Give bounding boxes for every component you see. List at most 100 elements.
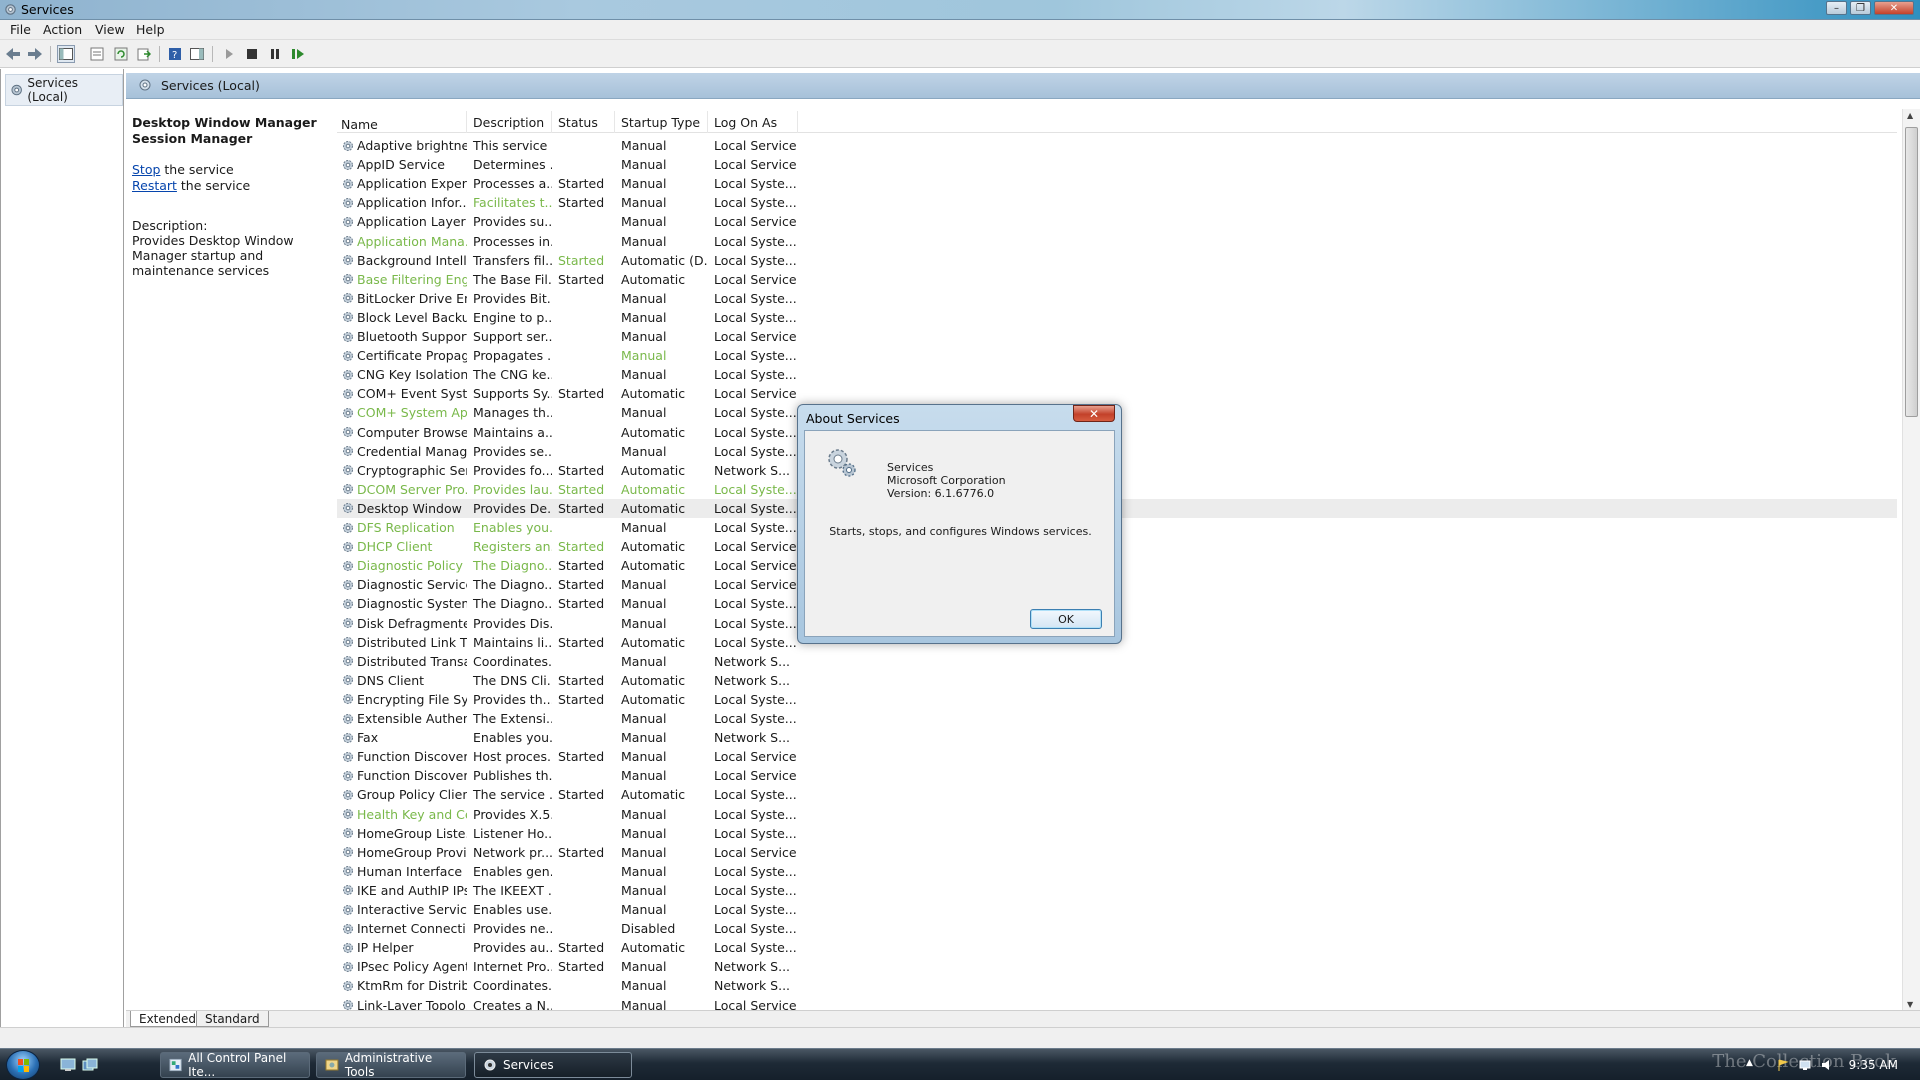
start-button[interactable] <box>6 1050 40 1080</box>
menu-action[interactable]: Action <box>43 22 82 37</box>
table-row[interactable]: Application Mana... Processes in... Manual… <box>337 232 1897 251</box>
service-log-on-as: Local Syste... <box>714 443 797 459</box>
restart-service-link[interactable]: Restart <box>132 178 177 193</box>
vertical-scrollbar[interactable]: ▲ ▼ <box>1902 109 1920 1011</box>
table-row[interactable]: Function Discover... Host proces... Starte… <box>337 747 1897 766</box>
service-name-cell: Application Infor... <box>337 195 467 210</box>
table-row[interactable]: Bluetooth Support... Support ser... Manual… <box>337 327 1897 346</box>
close-icon: ✕ <box>1088 406 1100 421</box>
table-row[interactable]: HomeGroup Liste... Listener Ho... Manual Lo… <box>337 824 1897 843</box>
table-row[interactable]: Link-Layer Topolo... Creates a N... Manual… <box>337 996 1897 1011</box>
table-row[interactable]: Application Layer ... Provides su... Manua… <box>337 212 1897 231</box>
service-name: Group Policy Client <box>357 787 467 803</box>
table-row[interactable]: Fax Enables you... Manual Network S... <box>337 728 1897 747</box>
pause-service-button[interactable] <box>266 45 284 63</box>
column-header-log-on-as[interactable]: Log On As <box>708 111 798 133</box>
table-row[interactable]: KtmRm for Distrib... Coordinates... Manual… <box>337 976 1897 995</box>
start-service-button[interactable] <box>220 45 238 63</box>
menu-view[interactable]: View <box>95 22 125 37</box>
table-row[interactable]: Adaptive brightness This service ... Manua… <box>337 136 1897 155</box>
service-name: Diagnostic Service... <box>357 577 467 593</box>
help-button[interactable]: ? <box>166 45 184 63</box>
service-name: COM+ Event Syst... <box>357 386 467 402</box>
table-row[interactable]: Certificate Propag... Propagates ... Manua… <box>337 346 1897 365</box>
column-header-startup-type[interactable]: Startup Type <box>615 111 708 133</box>
table-row[interactable]: Human Interface ... Enables gen... Manual L… <box>337 862 1897 881</box>
restore-button[interactable]: ❐ <box>1850 1 1871 15</box>
table-row[interactable]: Application Infor... Facilitates t... Star… <box>337 193 1897 212</box>
service-gear-icon <box>343 407 353 418</box>
scrollbar-thumb[interactable] <box>1905 127 1918 417</box>
table-row[interactable]: Background Intelli... Transfers fil... Sta… <box>337 251 1897 270</box>
scroll-up-icon[interactable]: ▲ <box>1907 111 1913 120</box>
properties-icon <box>90 47 104 61</box>
ok-button[interactable]: OK <box>1030 609 1102 629</box>
network-icon[interactable] <box>1798 1058 1812 1072</box>
services-gear-icon <box>5 4 16 15</box>
menu-file[interactable]: File <box>10 22 31 37</box>
table-row[interactable]: Extensible Authen... The Extensi... Manual… <box>337 709 1897 728</box>
restart-service-button[interactable] <box>289 45 307 63</box>
service-detail-panel: Desktop Window Manager Session Manager S… <box>132 115 332 278</box>
forward-button[interactable] <box>26 45 44 63</box>
table-row[interactable]: Internet Connecti... Provides ne... Disabl… <box>337 919 1897 938</box>
table-row[interactable]: Group Policy Client The service ... Starte… <box>337 785 1897 804</box>
table-row[interactable]: IKE and AuthIP IPs... The IKEEXT ... Manua… <box>337 881 1897 900</box>
minimize-button[interactable]: – <box>1826 1 1847 15</box>
action-center-flag-icon[interactable] <box>1776 1058 1790 1072</box>
service-name-cell: Block Level Backu... <box>337 310 467 325</box>
table-row[interactable]: DNS Client The DNS Cli... Started Automatic… <box>337 671 1897 690</box>
switch-windows-icon[interactable] <box>82 1058 98 1072</box>
service-description: Manages th... <box>473 405 552 421</box>
column-header-status[interactable]: Status <box>552 111 615 133</box>
column-header-description[interactable]: Description <box>467 111 552 133</box>
table-row[interactable]: CNG Key Isolation The CNG ke... Manual Loca… <box>337 365 1897 384</box>
company-name: Microsoft Corporation <box>887 474 1006 487</box>
taskbar-item-administrative-tools[interactable]: Administrative Tools <box>316 1051 466 1079</box>
menu-help[interactable]: Help <box>136 22 165 37</box>
tab-extended[interactable]: Extended <box>130 1011 205 1027</box>
stop-service-link[interactable]: Stop <box>132 162 160 177</box>
table-row[interactable]: IP Helper Provides au... Started Automatic L… <box>337 938 1897 957</box>
table-row[interactable]: IPsec Policy Agent Internet Pro... Started… <box>337 957 1897 976</box>
taskbar-item-control-panel[interactable]: All Control Panel Ite... <box>160 1051 310 1079</box>
table-row[interactable]: AppID Service Determines ... Manual Local S… <box>337 155 1897 174</box>
refresh-button[interactable] <box>112 45 130 63</box>
service-name-cell: IP Helper <box>337 940 467 955</box>
service-status: Started <box>558 386 605 402</box>
service-name-cell: DNS Client <box>337 673 467 688</box>
column-header-name[interactable]: ^ Name <box>337 111 467 133</box>
tab-standard[interactable]: Standard <box>196 1011 269 1027</box>
scroll-down-icon[interactable]: ▼ <box>1907 1000 1913 1009</box>
properties-button[interactable] <box>88 45 106 63</box>
dialog-close-button[interactable]: ✕ <box>1073 405 1115 422</box>
service-name: Disk Defragmenter <box>357 615 467 631</box>
table-row[interactable]: COM+ Event Syst... Supports Sy... Started A… <box>337 384 1897 403</box>
show-desktop-icon[interactable] <box>60 1058 76 1072</box>
table-row[interactable]: Base Filtering Engi... The Base Fil... Sta… <box>337 270 1897 289</box>
show-action-pane-button[interactable] <box>188 45 206 63</box>
clock[interactable]: 9:35 AM <box>1849 1058 1898 1072</box>
stop-service-button[interactable] <box>243 45 261 63</box>
service-gear-icon <box>343 828 353 839</box>
table-row[interactable]: HomeGroup Provi... Network pr... Started Ma… <box>337 843 1897 862</box>
volume-icon[interactable] <box>1820 1058 1834 1072</box>
table-row[interactable]: Health Key and Ce... Provides X.5... Manua… <box>337 805 1897 824</box>
service-startup-type: Manual <box>621 768 667 784</box>
table-row[interactable]: Application Experi... Processes a... Start… <box>337 174 1897 193</box>
close-window-button[interactable]: ✕ <box>1874 1 1914 15</box>
tree-node-services-local[interactable]: Services (Local) <box>5 74 123 106</box>
table-row[interactable]: Function Discover... Publishes th... Manua… <box>337 766 1897 785</box>
table-row[interactable]: Distributed Transa... Coordinates... Manua… <box>337 652 1897 671</box>
service-log-on-as: Local Service <box>714 214 797 230</box>
show-hidden-icons-arrow[interactable]: ▲ <box>1746 1058 1760 1072</box>
table-row[interactable]: BitLocker Drive En... Provides Bit... Manu… <box>337 289 1897 308</box>
export-list-button[interactable] <box>135 45 153 63</box>
back-arrow-icon <box>6 48 20 60</box>
table-row[interactable]: Encrypting File Sy... Provides th... Start… <box>337 690 1897 709</box>
show-hide-console-tree-button[interactable] <box>57 45 75 63</box>
back-button[interactable] <box>4 45 22 63</box>
table-row[interactable]: Interactive Service... Enables use... Manu… <box>337 900 1897 919</box>
table-row[interactable]: Block Level Backu... Engine to p... Manual… <box>337 308 1897 327</box>
taskbar-item-services[interactable]: Services <box>474 1052 632 1078</box>
